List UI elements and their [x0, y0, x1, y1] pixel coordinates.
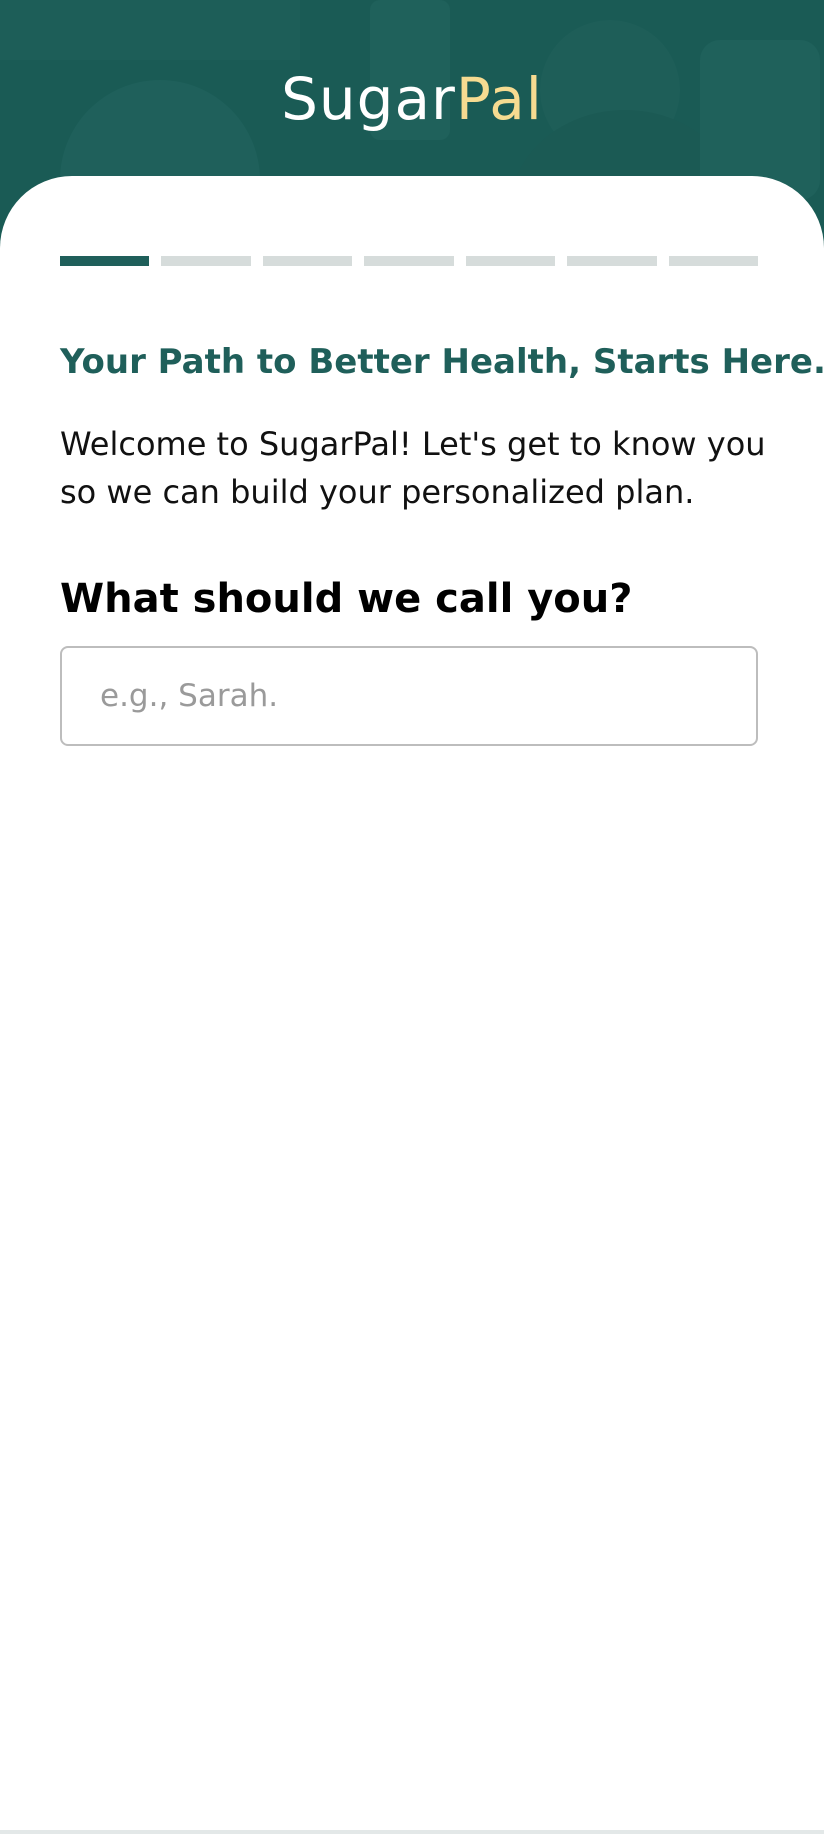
onboarding-card: Your Path to Better Health, Starts Here.… [0, 176, 824, 1834]
bottom-divider [0, 1830, 824, 1834]
name-question-label: What should we call you? [60, 576, 633, 622]
intro-text: Welcome to SugarPal! Let's get to know y… [60, 425, 766, 511]
progress-segment-1 [60, 256, 150, 266]
progress-segment-4 [364, 256, 454, 266]
onboarding-screen: SugarPal Your Path to Better Health, Sta… [0, 0, 824, 1834]
app-logo: SugarPal [0, 70, 824, 128]
logo-text-pal: Pal [455, 65, 543, 133]
name-input[interactable] [60, 646, 758, 746]
progress-segment-2 [161, 256, 251, 266]
progress-segment-3 [262, 256, 353, 266]
progress-segment-7 [668, 256, 758, 266]
progress-segment-6 [567, 256, 657, 266]
step-progress-bar [60, 256, 758, 266]
logo-text-sugar: Sugar [281, 65, 456, 133]
progress-segment-5 [465, 256, 556, 266]
page-title: Your Path to Better Health, Starts Here. [60, 342, 824, 382]
